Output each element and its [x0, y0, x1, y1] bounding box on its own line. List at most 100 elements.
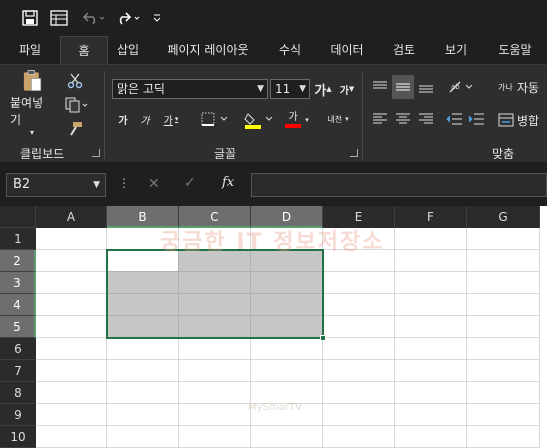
tab-insert[interactable]: 삽입: [108, 36, 148, 64]
row-header-9[interactable]: 9: [0, 404, 36, 426]
cell-d3[interactable]: [251, 272, 323, 294]
cell-f7[interactable]: [395, 360, 467, 382]
column-header-f[interactable]: F: [395, 206, 467, 228]
merge-center-button[interactable]: 병합: [498, 109, 547, 131]
row-header-4[interactable]: 4: [0, 294, 36, 316]
cell-c3[interactable]: [179, 272, 251, 294]
cell-g5[interactable]: [467, 316, 540, 338]
row-header-8[interactable]: 8: [0, 382, 36, 404]
row-header-2[interactable]: 2: [0, 250, 36, 272]
cell-e7[interactable]: [323, 360, 395, 382]
font-size-combo[interactable]: 11 ▼: [270, 79, 310, 99]
phonetic-button[interactable]: 내천 ▾: [320, 107, 356, 131]
cell-e9[interactable]: [323, 404, 395, 426]
cell-c5[interactable]: [179, 316, 251, 338]
cell-g8[interactable]: [467, 382, 540, 404]
row-header-1[interactable]: 1: [0, 228, 36, 250]
grow-font-button[interactable]: 가 ▲: [314, 79, 332, 99]
cell-g10[interactable]: [467, 426, 540, 448]
insert-function-icon[interactable]: fx: [222, 175, 234, 190]
cell-b4[interactable]: [107, 294, 179, 316]
tab-data[interactable]: 데이터: [320, 36, 374, 64]
align-top-icon[interactable]: [370, 77, 390, 97]
cell-b7[interactable]: [107, 360, 179, 382]
cell-b9[interactable]: [107, 404, 179, 426]
cell-g3[interactable]: [467, 272, 540, 294]
cell-c6[interactable]: [179, 338, 251, 360]
save-icon[interactable]: [20, 8, 40, 28]
tab-view[interactable]: 보기: [434, 36, 478, 64]
cell-a5[interactable]: [36, 316, 107, 338]
cell-a10[interactable]: [36, 426, 107, 448]
cancel-icon[interactable]: ✕: [148, 176, 160, 192]
decrease-indent-icon[interactable]: [444, 109, 464, 129]
align-center-icon[interactable]: [392, 109, 414, 129]
cell-e8[interactable]: [323, 382, 395, 404]
cell-d10[interactable]: [251, 426, 323, 448]
borders-button[interactable]: [198, 109, 234, 129]
row-header-5[interactable]: 5: [0, 316, 36, 338]
column-header-a[interactable]: A: [36, 206, 107, 228]
cell-e4[interactable]: [323, 294, 395, 316]
cell-f9[interactable]: [395, 404, 467, 426]
align-left-icon[interactable]: [370, 109, 390, 129]
cell-d6[interactable]: [251, 338, 323, 360]
cell-e3[interactable]: [323, 272, 395, 294]
cell-d5[interactable]: [251, 316, 323, 338]
font-name-combo[interactable]: 맑은 고딕 ▼: [112, 79, 268, 99]
cell-c7[interactable]: [179, 360, 251, 382]
cell-g6[interactable]: [467, 338, 540, 360]
cell-d4[interactable]: [251, 294, 323, 316]
copy-icon[interactable]: [62, 95, 92, 115]
undo-icon[interactable]: [80, 8, 106, 28]
font-color-button[interactable]: 가 ▾: [280, 109, 314, 131]
align-right-icon[interactable]: [416, 109, 436, 129]
cell-g1[interactable]: [467, 228, 540, 250]
cell-f6[interactable]: [395, 338, 467, 360]
redo-icon[interactable]: [114, 8, 142, 28]
cell-c8[interactable]: [179, 382, 251, 404]
row-header-3[interactable]: 3: [0, 272, 36, 294]
cell-d8[interactable]: [251, 382, 323, 404]
cell-f2[interactable]: [395, 250, 467, 272]
cell-d7[interactable]: [251, 360, 323, 382]
orientation-icon[interactable]: ab: [446, 77, 476, 97]
autosave-icon[interactable]: [48, 8, 70, 28]
cell-a7[interactable]: [36, 360, 107, 382]
cell-a8[interactable]: [36, 382, 107, 404]
cell-f5[interactable]: [395, 316, 467, 338]
cell-g4[interactable]: [467, 294, 540, 316]
increase-indent-icon[interactable]: [466, 109, 486, 129]
cell-f8[interactable]: [395, 382, 467, 404]
cell-a1[interactable]: [36, 228, 107, 250]
tab-page-layout[interactable]: 페이지 레이아웃: [152, 36, 264, 64]
column-header-g[interactable]: G: [467, 206, 540, 228]
cell-b6[interactable]: [107, 338, 179, 360]
align-middle-icon[interactable]: [392, 75, 414, 99]
tab-formulas[interactable]: 수식: [268, 36, 312, 64]
cell-a3[interactable]: [36, 272, 107, 294]
cell-b8[interactable]: [107, 382, 179, 404]
bold-button[interactable]: 가: [114, 109, 132, 129]
formula-input[interactable]: [251, 173, 547, 197]
fill-color-button[interactable]: [242, 109, 276, 131]
align-bottom-icon[interactable]: [416, 77, 436, 97]
cell-e6[interactable]: [323, 338, 395, 360]
select-all-button[interactable]: [0, 206, 36, 228]
row-header-6[interactable]: 6: [0, 338, 36, 360]
tab-home[interactable]: 홈: [60, 36, 108, 64]
cell-b3[interactable]: [107, 272, 179, 294]
cell-c10[interactable]: [179, 426, 251, 448]
clipboard-launcher-icon[interactable]: [92, 149, 100, 157]
cell-f1[interactable]: [395, 228, 467, 250]
underline-button[interactable]: 가 ▾: [158, 109, 184, 129]
tab-review[interactable]: 검토: [382, 36, 426, 64]
tab-file[interactable]: 파일: [4, 36, 56, 64]
cell-b5[interactable]: [107, 316, 179, 338]
cell-e5[interactable]: [323, 316, 395, 338]
cell-f10[interactable]: [395, 426, 467, 448]
italic-button[interactable]: 가: [136, 109, 154, 129]
cell-c9[interactable]: [179, 404, 251, 426]
name-box[interactable]: B2 ▼: [6, 173, 106, 197]
customize-qat-icon[interactable]: [150, 8, 164, 28]
